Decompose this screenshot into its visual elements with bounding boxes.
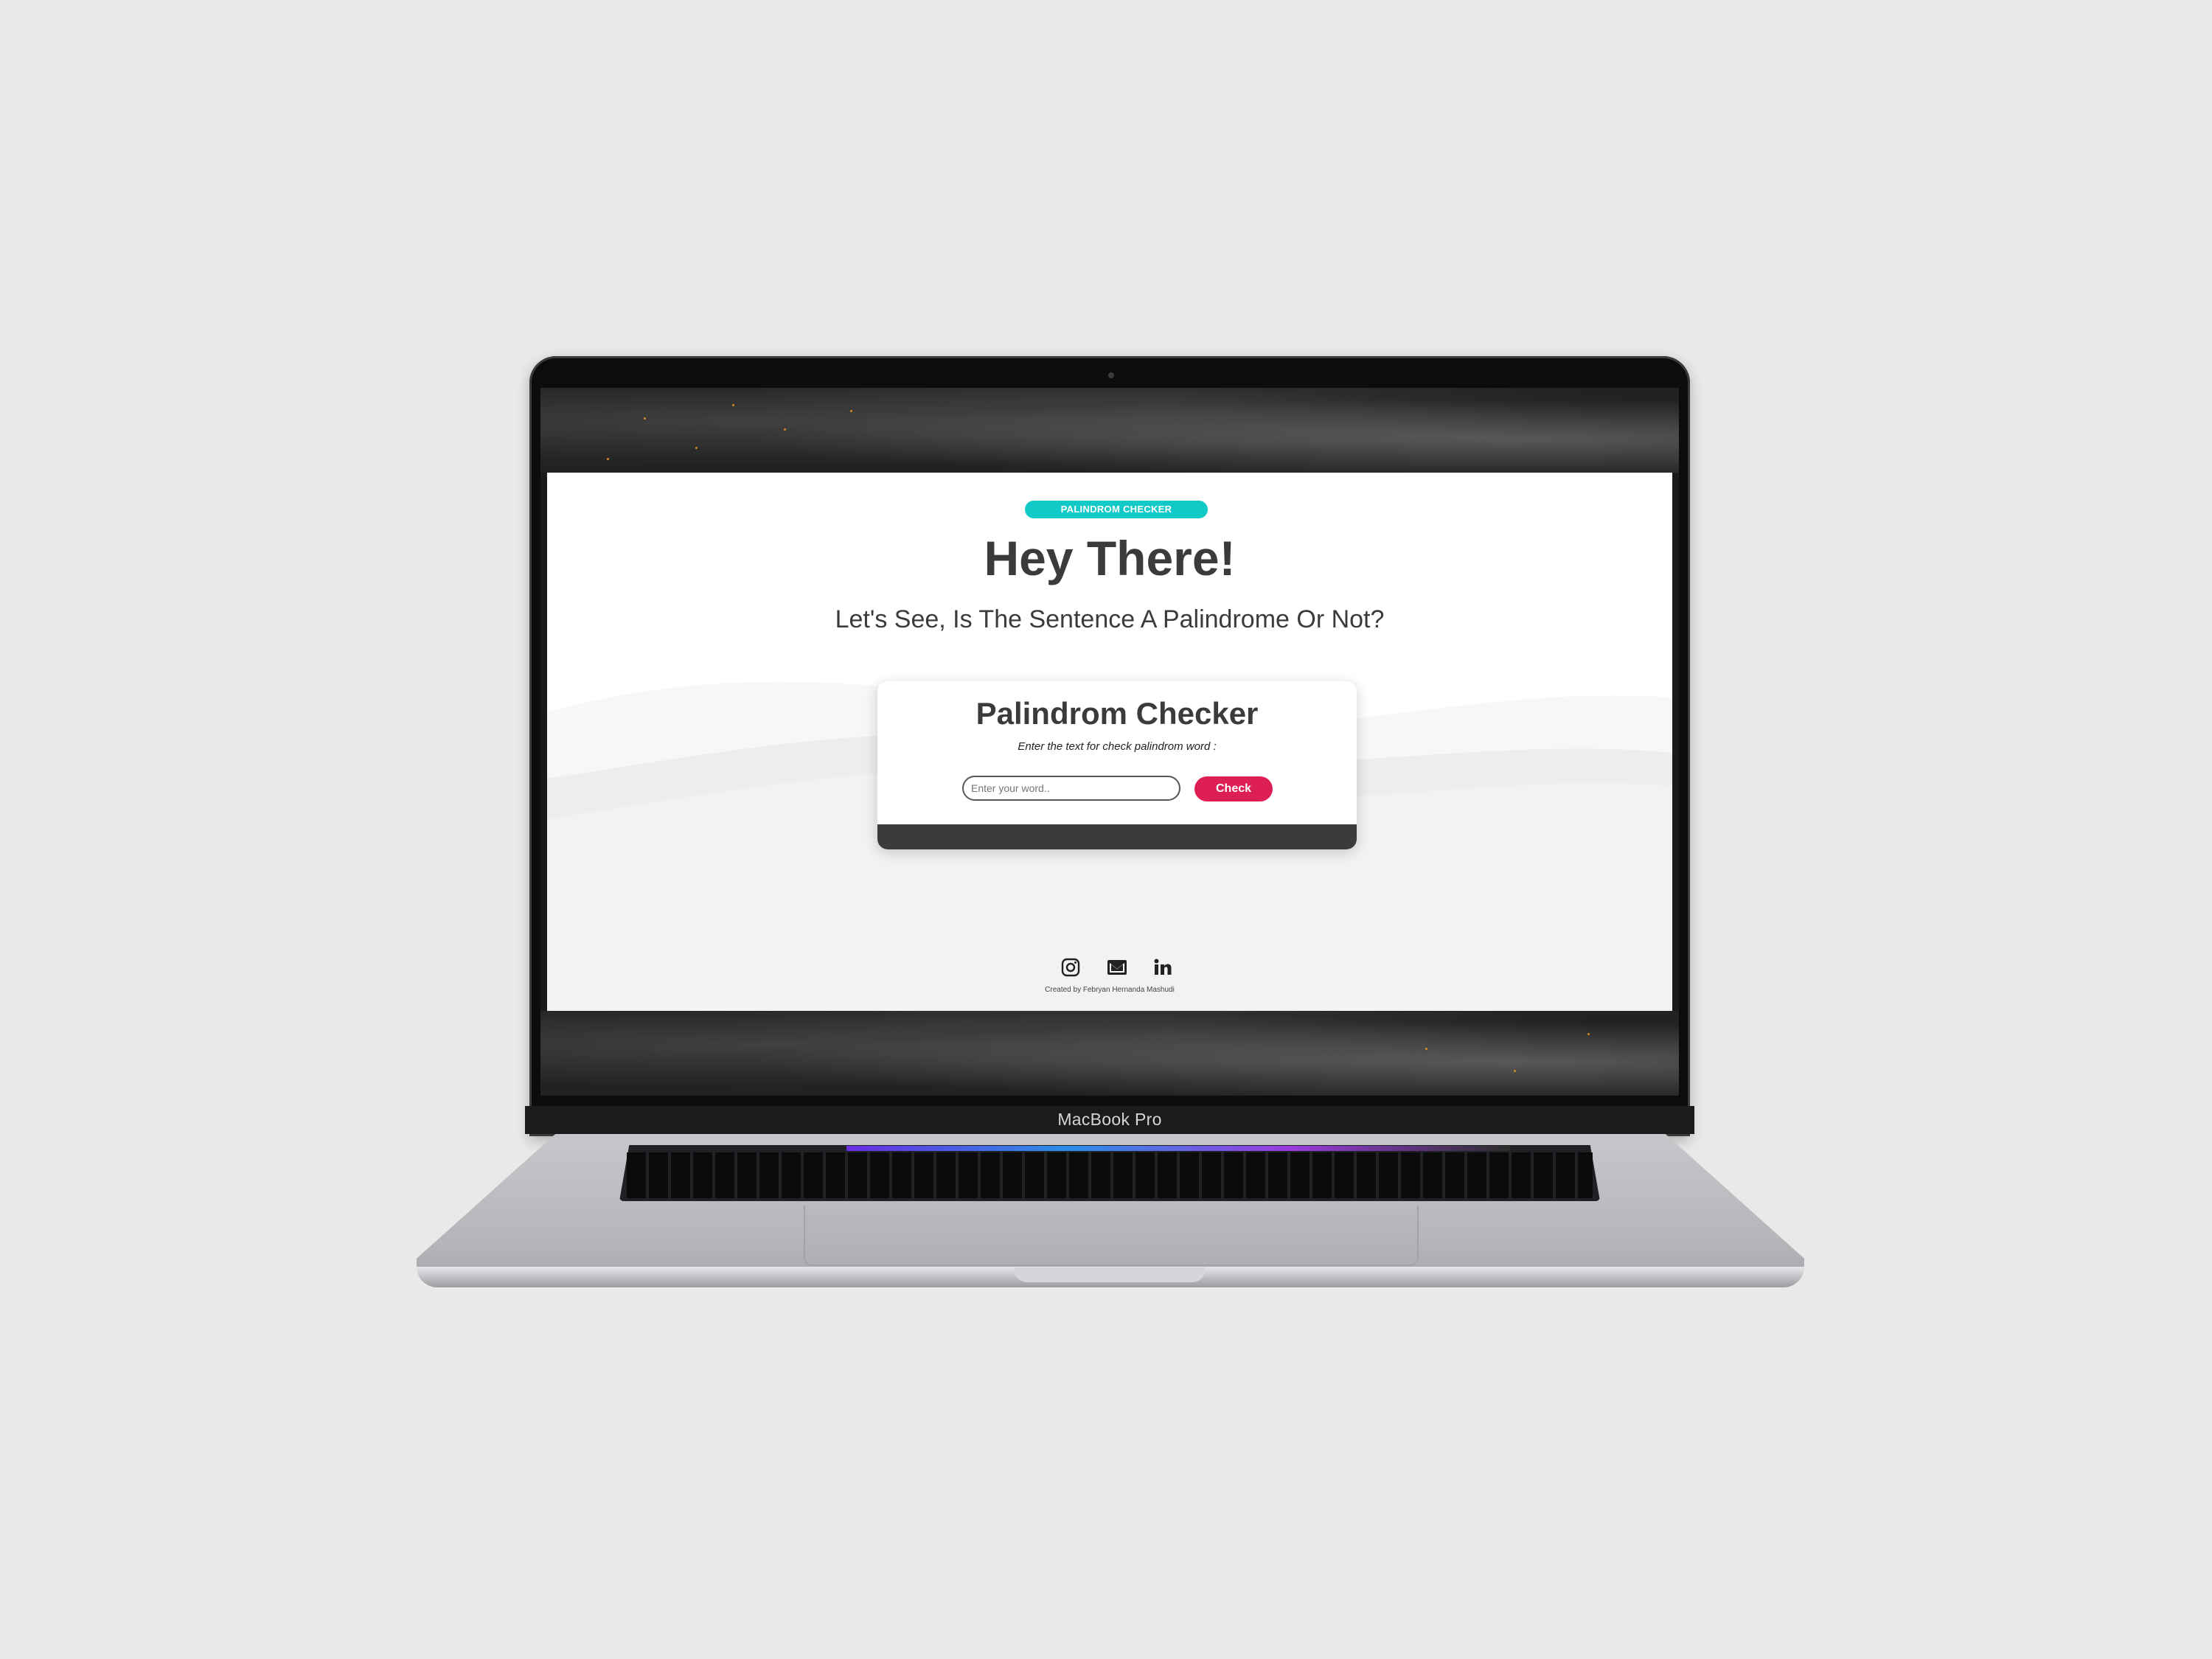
camera-icon	[1108, 372, 1114, 378]
footer-credit: Created by Febryan Hernanda Mashudi	[1045, 986, 1175, 994]
brand-label: MacBook Pro	[1057, 1110, 1162, 1129]
keyboard-keys	[627, 1152, 1593, 1198]
checker-hint: Enter the text for check palindrom word …	[1018, 740, 1217, 753]
app-badge: PALINDROM CHECKER	[1025, 501, 1208, 518]
checker-card-footer	[877, 824, 1357, 849]
trackpad	[804, 1206, 1419, 1266]
hero-title: Hey There!	[984, 531, 1236, 585]
header-background	[540, 388, 1679, 473]
mail-icon[interactable]	[1106, 956, 1128, 978]
instagram-icon[interactable]	[1060, 956, 1082, 978]
linkedin-icon[interactable]	[1152, 956, 1174, 978]
check-button[interactable]: Check	[1194, 776, 1273, 801]
web-page: PALINDROM CHECKER Hey There! Let's See, …	[547, 473, 1672, 1011]
laptop-screen: PALINDROM CHECKER Hey There! Let's See, …	[540, 388, 1679, 1096]
footer-background	[540, 1011, 1679, 1096]
laptop-notch	[1014, 1267, 1206, 1282]
checker-title: Palindrom Checker	[975, 696, 1259, 731]
hero-subtitle: Let's See, Is The Sentence A Palindrome …	[835, 605, 1385, 633]
checker-card: Palindrom Checker Enter the text for che…	[877, 681, 1357, 849]
touch-bar	[846, 1146, 1510, 1151]
word-input[interactable]	[962, 776, 1180, 801]
